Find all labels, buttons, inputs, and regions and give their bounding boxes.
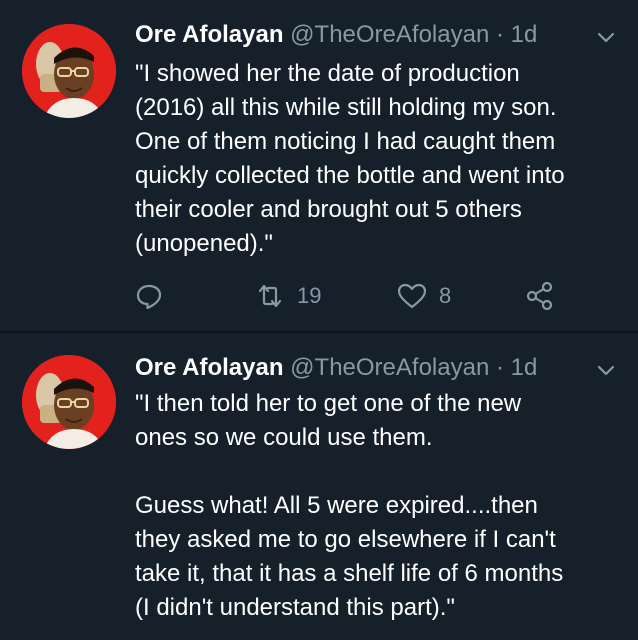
tweet-text: "I then told her to get one of the new o…: [135, 387, 625, 625]
chevron-down-icon[interactable]: [596, 28, 616, 48]
tweet-text-line: ones so we could use them.: [135, 424, 433, 451]
retweet-count: 19: [297, 283, 322, 308]
tweet-text-line: take it, that it has a shelf life of 6 m…: [135, 560, 564, 587]
heart-icon: [397, 282, 427, 310]
tweet-text-line: "I showed her the date of production: [135, 60, 520, 87]
like-count: 8: [439, 283, 452, 308]
share-button[interactable]: [525, 280, 555, 312]
tweet-text-line: quickly collected the bottle and went in…: [135, 162, 565, 189]
tweet-text-line: they asked me to go elsewhere if I can't: [135, 526, 556, 553]
tweet-timestamp[interactable]: 1d: [511, 354, 538, 381]
share-icon: [525, 281, 555, 311]
tweet-text-line: (I didn't understand this part).": [135, 594, 455, 621]
tweet-header: Ore Afolayan @TheOreAfolayan · 1d: [135, 353, 618, 383]
avatar[interactable]: [22, 355, 116, 449]
tweet[interactable]: Ore Afolayan @TheOreAfolayan · 1d "I sho…: [0, 0, 638, 331]
tweet-text-line: (2016) all this while still holding my s…: [135, 94, 557, 121]
retweet-button[interactable]: 19: [255, 280, 321, 312]
retweet-icon: [255, 282, 285, 310]
avatar[interactable]: [22, 24, 116, 118]
timeline: Ore Afolayan @TheOreAfolayan · 1d "I sho…: [0, 0, 638, 640]
separator-dot: ·: [495, 354, 504, 381]
author-handle[interactable]: @TheOreAfolayan: [290, 354, 489, 381]
tweet[interactable]: Ore Afolayan @TheOreAfolayan · 1d "I the…: [0, 333, 638, 640]
tweet-text-line: "I then told her to get one of the new: [135, 390, 522, 417]
reply-icon: [135, 282, 163, 310]
tweet-text-line: Guess what! All 5 were expired....then: [135, 492, 538, 519]
separator-dot: ·: [495, 21, 504, 48]
tweet-text-line: their cooler and brought out 5 others: [135, 196, 522, 223]
tweet-actions: 19 8: [135, 280, 575, 312]
like-button[interactable]: 8: [397, 280, 451, 312]
tweet-text-line: One of them noticing I had caught them: [135, 128, 556, 155]
reply-button[interactable]: [135, 280, 163, 312]
author-name[interactable]: Ore Afolayan: [135, 354, 284, 381]
chevron-down-icon[interactable]: [596, 361, 616, 381]
tweet-text: "I showed her the date of production (20…: [135, 57, 625, 261]
author-name[interactable]: Ore Afolayan: [135, 21, 284, 48]
tweet-header: Ore Afolayan @TheOreAfolayan · 1d: [135, 20, 618, 50]
tweet-timestamp[interactable]: 1d: [511, 21, 538, 48]
author-handle[interactable]: @TheOreAfolayan: [290, 21, 489, 48]
tweet-text-line: (unopened).": [135, 230, 273, 257]
